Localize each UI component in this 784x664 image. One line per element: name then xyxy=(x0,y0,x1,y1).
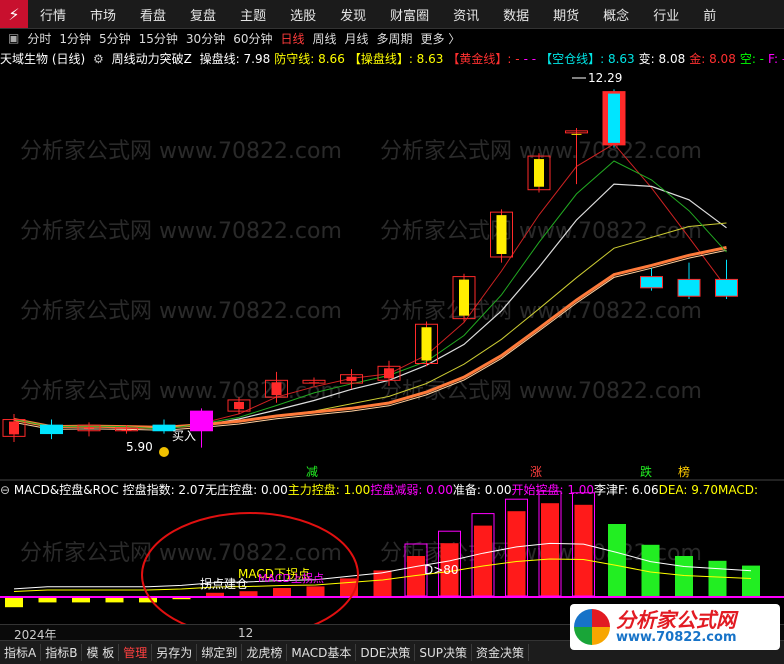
tab-2[interactable]: 模 板 xyxy=(82,644,120,661)
signal-die: 跌 xyxy=(640,464,652,479)
brand-url: www.70822.com xyxy=(616,630,737,645)
candle-fill-14 xyxy=(534,159,544,187)
macd-value-3: 控盘减弱: 0.00 xyxy=(370,483,453,497)
signal-jian: 减 xyxy=(306,465,318,479)
tab-4[interactable]: 另存为 xyxy=(152,644,198,661)
candle-body-19 xyxy=(715,278,738,297)
d80-label: D>80 xyxy=(424,563,459,577)
candle-fill-13 xyxy=(496,215,507,254)
signal-bang: 榜 xyxy=(678,464,690,479)
macd-bar-6 xyxy=(206,592,224,596)
tab-8[interactable]: DDE决策 xyxy=(356,644,416,661)
candle-fill-15 xyxy=(571,133,582,135)
macd-value-0: 控盘指数: 2.07 xyxy=(122,483,206,497)
candle-body-18 xyxy=(677,278,701,297)
candle-fill-11 xyxy=(421,327,432,361)
candle-fill-16 xyxy=(608,93,620,143)
watermark-8: 分析家公式网 www.70822.com xyxy=(20,541,342,566)
tab-1[interactable]: 指标B xyxy=(41,644,83,661)
tab-6[interactable]: 龙虎榜 xyxy=(242,644,288,661)
tab-7[interactable]: MACD基本 xyxy=(287,644,357,661)
watermark-4: 分析家公式网 www.70822.com xyxy=(20,299,342,324)
candle-fill-0 xyxy=(9,421,19,435)
candle-body-1 xyxy=(40,424,63,435)
watermark-0: 分析家公式网 www.70822.com xyxy=(20,139,342,164)
macd-bar-21 xyxy=(708,560,727,596)
macd-value-7: DEA: 9.70 xyxy=(658,483,719,497)
candle-fill-2 xyxy=(84,427,94,429)
collapse-icon[interactable]: ⊖ xyxy=(0,483,10,497)
macd-bar-11 xyxy=(373,570,392,596)
candle-fill-8 xyxy=(309,382,319,384)
watermark-5: 分析家公式网 www.70822.com xyxy=(380,299,702,324)
candle-fill-6 xyxy=(234,401,244,410)
macd-bar-18 xyxy=(608,524,626,596)
tab-0[interactable]: 指标A xyxy=(0,644,42,661)
candle-body-17 xyxy=(640,276,663,289)
candle-fill-3 xyxy=(121,429,132,431)
macd-value-6: 李津F: 6.06 xyxy=(594,483,659,497)
macd-value-1: 无庄控盘: 0.00 xyxy=(205,483,288,497)
brand-name: 分析家公式网 xyxy=(616,608,736,632)
tab-3[interactable]: 管理 xyxy=(119,644,153,661)
brand-badge: 分析家公式网 www.70822.com xyxy=(570,604,780,650)
signal-zhang: 涨 xyxy=(530,464,542,479)
tab-9[interactable]: SUP决策 xyxy=(415,644,473,661)
pivot-label: 拐点建仓 xyxy=(200,576,248,591)
macd-bar-15 xyxy=(507,511,526,596)
low-label: 5.90 xyxy=(126,440,153,454)
candle-body-5 xyxy=(190,410,213,432)
candle-fill-7 xyxy=(271,382,282,396)
macd-values: 控盘指数: 2.07无庄控盘: 0.00主力控盘: 1.00控盘减弱: 0.00… xyxy=(123,483,758,497)
macd-bar-17 xyxy=(574,504,593,596)
watermark-2: 分析家公式网 www.70822.com xyxy=(20,219,342,244)
macd-bar-16 xyxy=(541,503,559,596)
candle-fill-12 xyxy=(459,279,469,316)
macd-up-label: MACD上拐点 xyxy=(258,571,324,585)
axis-month: 12 xyxy=(238,626,254,640)
candle-fill-10 xyxy=(384,368,394,379)
brand-logo-icon xyxy=(574,609,610,645)
chart-canvas[interactable]: 分析家公式网 www.70822.com 分析家公式网 www.70822.com… xyxy=(0,0,784,663)
macd-indicator-name[interactable]: MACD&控盘&ROC xyxy=(14,483,119,497)
macd-bar-9 xyxy=(306,586,325,596)
macd-value-8: MACD: xyxy=(718,483,759,497)
macd-bar-7 xyxy=(239,591,258,596)
macd-bar-14 xyxy=(474,525,492,596)
candle-fill-9 xyxy=(346,376,357,382)
macd-info-line: ⊖ MACD&控盘&ROC 控盘指数: 2.07无庄控盘: 0.00主力控盘: … xyxy=(0,481,784,499)
buy-coin-icon xyxy=(159,447,169,457)
tab-10[interactable]: 资金决策 xyxy=(472,644,530,661)
buy-label: 买入 xyxy=(172,429,196,443)
macd-value-2: 主力控盘: 1.00 xyxy=(287,483,371,497)
macd-bar-8 xyxy=(273,588,291,596)
tab-5[interactable]: 绑定到 xyxy=(197,644,243,661)
macd-value-5: 开始控盘: 1.00 xyxy=(511,483,595,497)
macd-value-4: 准备: 0.00 xyxy=(452,483,512,497)
high-label: 12.29 xyxy=(588,71,622,85)
